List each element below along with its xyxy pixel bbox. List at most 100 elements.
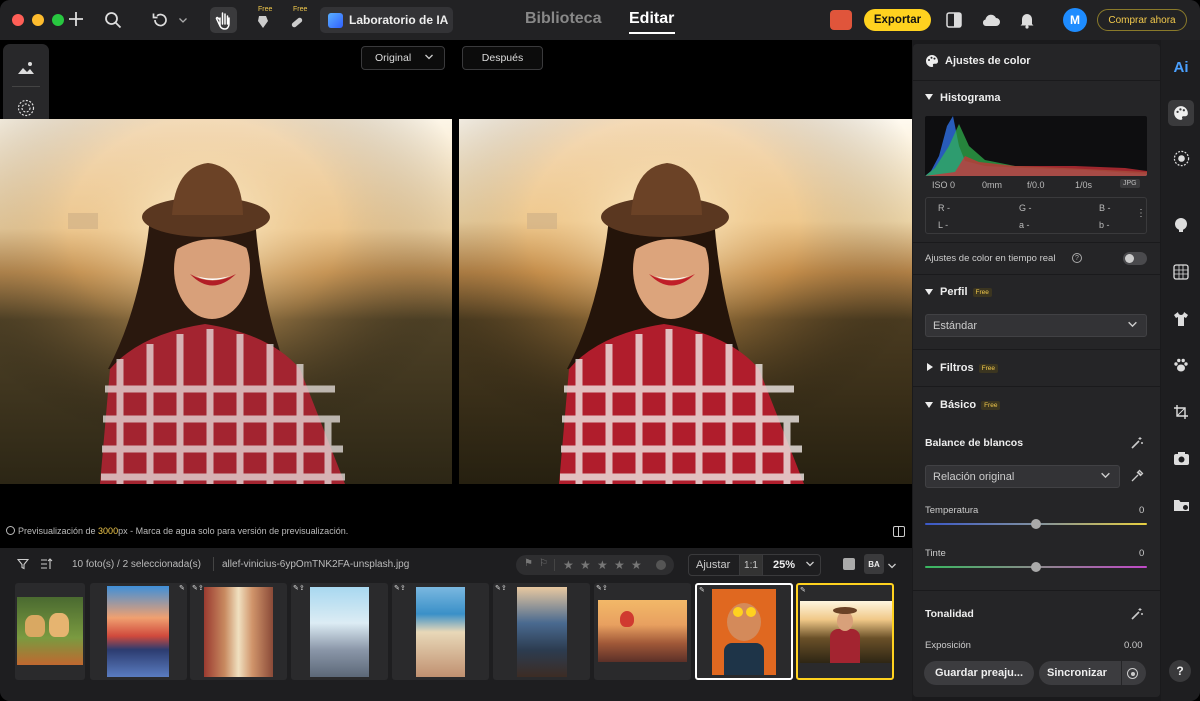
thumbnail[interactable]: ✎⇪ xyxy=(190,583,287,680)
healing-tool-icon[interactable] xyxy=(287,12,307,32)
chevron-down-icon[interactable] xyxy=(887,558,897,576)
expand-arrow-icon[interactable] xyxy=(927,363,933,371)
edited-badge-icon: ✎ xyxy=(179,585,185,592)
help-button[interactable]: ? xyxy=(1169,660,1191,682)
help-circle-icon[interactable]: ? xyxy=(1072,253,1082,263)
chevron-down-icon[interactable] xyxy=(805,559,815,572)
close-window-button[interactable] xyxy=(12,14,24,26)
camera-icon[interactable] xyxy=(1169,446,1193,470)
folder-settings-icon[interactable] xyxy=(1169,492,1193,516)
histogram-title[interactable]: Histograma xyxy=(940,92,1001,104)
cutout-tool-icon[interactable] xyxy=(253,12,273,32)
ai-lab-icon xyxy=(328,12,343,28)
thumbnail[interactable]: ✎⇪ xyxy=(291,583,388,680)
edited-badge-icon: ✎ xyxy=(699,587,705,594)
white-balance-dropdown[interactable]: Relación original xyxy=(925,465,1120,488)
color-label-icon[interactable] xyxy=(656,560,666,570)
portrait-icon[interactable] xyxy=(1169,213,1193,237)
temperature-label: Temperatura xyxy=(925,505,979,516)
auto-magic-wand-icon[interactable] xyxy=(1130,607,1144,626)
history-chevron-down-icon[interactable] xyxy=(177,14,189,26)
flag-icon[interactable]: ⚑ xyxy=(524,558,533,569)
ai-tools-icon[interactable]: Ai xyxy=(1169,55,1193,79)
collapse-arrow-icon[interactable] xyxy=(925,402,933,408)
thumbnail[interactable]: ✎⇪ xyxy=(392,583,489,680)
save-preset-button[interactable]: Guardar preaju... xyxy=(924,661,1034,685)
auto-magic-wand-icon[interactable] xyxy=(1130,436,1144,455)
filters-section-title[interactable]: Filtros Free xyxy=(940,362,998,374)
view-mode-select[interactable]: Original xyxy=(361,46,445,70)
thumbnail-selected[interactable]: ✎ xyxy=(695,583,793,680)
sort-icon[interactable] xyxy=(40,557,53,575)
texture-icon[interactable] xyxy=(1169,146,1193,170)
basic-section-title[interactable]: Básico Free xyxy=(940,399,1001,411)
mosaic-icon[interactable] xyxy=(1169,260,1193,284)
reject-flag-icon[interactable]: ⚐ xyxy=(539,558,548,569)
rating-star-icon[interactable]: ★ xyxy=(631,558,642,572)
zoom-value[interactable]: 25% xyxy=(773,559,795,571)
collapse-arrow-icon[interactable] xyxy=(925,94,933,100)
crop-icon[interactable] xyxy=(1169,400,1193,424)
selection-count: 10 foto(s) / 2 seleccionada(s) xyxy=(72,559,201,570)
add-icon[interactable] xyxy=(66,9,86,29)
profile-dropdown[interactable]: Estándar xyxy=(925,314,1147,337)
export-button[interactable]: Exportar xyxy=(864,9,931,31)
edited-badge-icon: ✎⇪ xyxy=(495,585,507,592)
ai-adjust-icon[interactable] xyxy=(14,56,38,80)
eyedropper-icon[interactable] xyxy=(1130,469,1144,488)
tint-slider-handle[interactable] xyxy=(1031,562,1041,572)
sync-settings-icon[interactable] xyxy=(1127,668,1138,679)
bell-icon[interactable] xyxy=(1017,10,1037,30)
thumbnail[interactable]: ✎⇪ xyxy=(493,583,590,680)
window-controls xyxy=(12,14,64,26)
temperature-slider-handle[interactable] xyxy=(1031,519,1041,529)
profile-section-title[interactable]: Perfil Free xyxy=(940,286,992,298)
rating-star-icon[interactable]: ★ xyxy=(563,558,574,572)
realtime-toggle[interactable] xyxy=(1123,252,1147,265)
tshirt-icon[interactable] xyxy=(1169,307,1193,331)
rating-star-icon[interactable]: ★ xyxy=(597,558,608,572)
filter-icon[interactable] xyxy=(16,557,30,575)
zoom-window-button[interactable] xyxy=(52,14,64,26)
collapse-arrow-icon[interactable] xyxy=(925,289,933,295)
buy-now-button[interactable]: Comprar ahora xyxy=(1097,9,1187,31)
thumbnail[interactable]: ✎⇪ xyxy=(594,583,691,680)
divider xyxy=(913,590,1160,591)
paw-icon[interactable] xyxy=(1169,353,1193,377)
gift-icon[interactable] xyxy=(830,10,852,30)
color-palette-icon[interactable] xyxy=(1168,100,1194,126)
edited-badge-icon: ✎⇪ xyxy=(596,585,608,592)
free-badge: Free xyxy=(978,363,998,373)
nav-library[interactable]: Biblioteca xyxy=(525,10,601,28)
readout-l: L - xyxy=(938,220,949,230)
zoom-control: Ajustar 1:1 25% xyxy=(688,554,821,576)
palette-icon xyxy=(925,54,939,73)
color-readout: R - G - B - L - a - b - ⋮ xyxy=(925,197,1147,234)
white-balance-value: Relación original xyxy=(933,470,1015,483)
rating-star-icon[interactable]: ★ xyxy=(580,558,591,572)
one-to-one-button[interactable]: 1:1 xyxy=(739,555,763,575)
cloud-icon[interactable] xyxy=(980,10,1002,30)
more-options-icon[interactable]: ⋮ xyxy=(1136,208,1146,219)
fit-button[interactable]: Ajustar xyxy=(696,559,730,571)
rating-star-icon[interactable]: ★ xyxy=(614,558,625,572)
single-view-icon[interactable] xyxy=(843,558,855,570)
minimize-window-button[interactable] xyxy=(32,14,44,26)
before-after-button[interactable]: BA xyxy=(864,554,884,574)
preview-suffix: px - Marca de agua solo para versión de … xyxy=(118,526,349,536)
thumbnail-active[interactable]: ✎ xyxy=(796,583,894,680)
thumbnail[interactable] xyxy=(15,583,85,680)
compare-icon[interactable] xyxy=(944,10,964,30)
readout-g: G - xyxy=(1019,203,1032,213)
nav-edit[interactable]: Editar xyxy=(629,10,674,28)
divider xyxy=(913,386,1160,387)
search-icon[interactable] xyxy=(103,10,123,30)
thumbnail[interactable]: ✎ xyxy=(90,583,187,680)
avatar[interactable]: M xyxy=(1063,8,1087,32)
texture-icon[interactable] xyxy=(14,96,38,120)
ai-lab-button[interactable]: Laboratorio de IA xyxy=(320,7,453,33)
pan-tool-button[interactable] xyxy=(210,7,237,33)
after-view-button[interactable]: Después xyxy=(462,46,543,70)
undo-icon[interactable] xyxy=(150,10,170,30)
split-view-icon[interactable] xyxy=(893,526,905,537)
